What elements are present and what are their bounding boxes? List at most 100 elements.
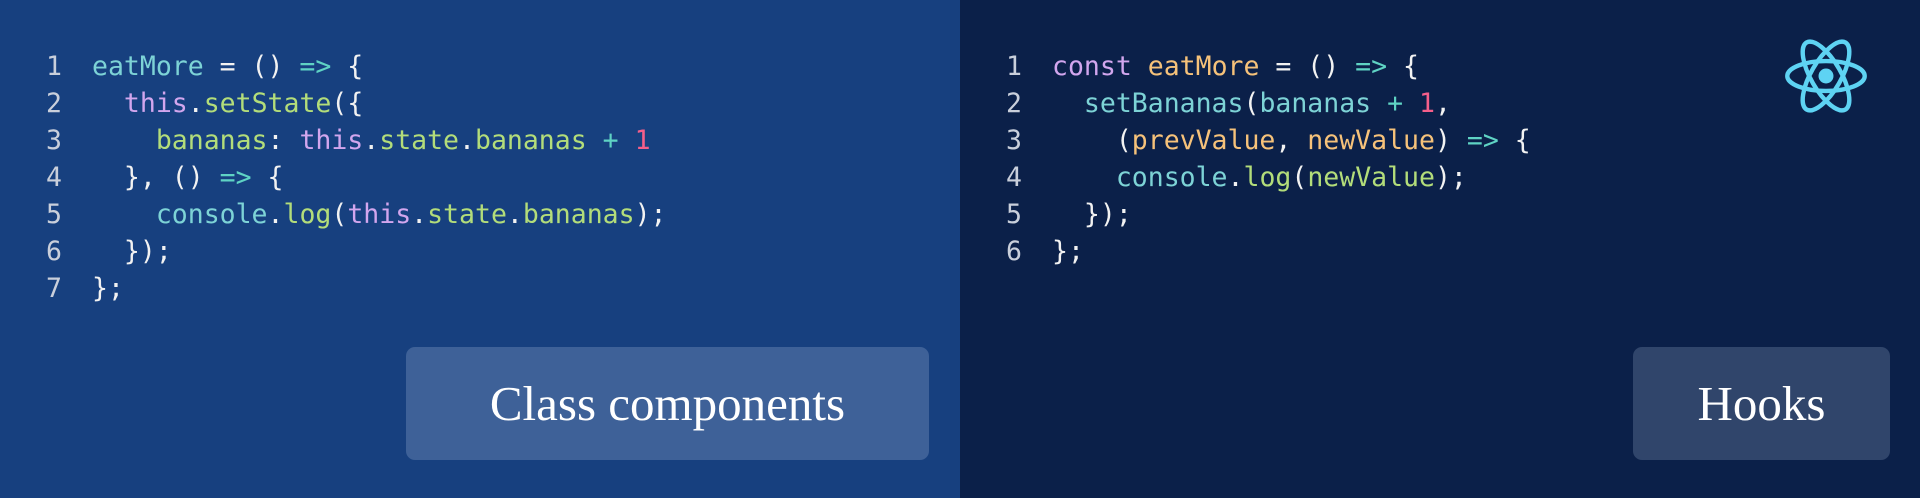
line-number: 7 <box>46 273 62 304</box>
code-line: 4 console.log(newValue); <box>1006 159 1531 196</box>
class-components-label: Class components <box>406 347 929 460</box>
code-token: => <box>219 162 252 193</box>
code-token: => <box>1466 125 1499 156</box>
code-token: = () <box>1259 51 1356 82</box>
code-token: newValue <box>1307 125 1435 156</box>
code-token: { <box>331 51 364 82</box>
code-token: 1 <box>1419 88 1435 119</box>
code-line: 7}; <box>46 270 666 307</box>
line-number: 5 <box>46 199 62 230</box>
code-token: }); <box>1052 199 1132 230</box>
code-line: 5 }); <box>1006 196 1531 233</box>
code-line: 5 console.log(this.state.bananas); <box>46 196 666 233</box>
code-token: this <box>347 199 412 230</box>
code-token: ( <box>1243 88 1260 119</box>
line-number: 6 <box>46 236 62 267</box>
code-token: ( <box>331 199 348 230</box>
line-number: 2 <box>46 88 62 119</box>
code-line: 1 const eatMore = () => { <box>1006 48 1531 85</box>
code-token: => <box>299 51 332 82</box>
code-token: { <box>1498 125 1531 156</box>
code-line: 3 bananas: this.state.bananas + 1 <box>46 122 666 159</box>
code-token: . <box>267 199 284 230</box>
code-token: prevValue <box>1131 125 1276 156</box>
code-token: ( <box>1052 125 1132 156</box>
code-token: this <box>299 125 364 156</box>
code-token: this <box>123 88 188 119</box>
code-token: }; <box>92 273 124 304</box>
code-token: + <box>602 125 619 156</box>
code-token: : <box>267 125 300 156</box>
hooks-panel: 1 const eatMore = () => {2 setBananas(ban… <box>960 0 1920 498</box>
line-number: 2 <box>1006 88 1022 119</box>
code-token: { <box>1387 51 1420 82</box>
code-token: setBananas <box>1083 88 1244 119</box>
code-line: 3 (prevValue, newValue) => { <box>1006 122 1531 159</box>
code-token: }; <box>1052 236 1084 267</box>
hooks-label: Hooks <box>1633 347 1890 460</box>
code-token: . <box>459 125 475 156</box>
code-line: 4 }, () => { <box>46 159 666 196</box>
code-line: 2 this.setState({ <box>46 85 666 122</box>
code-token: 1 <box>634 125 651 156</box>
code-token: bananas <box>155 125 268 156</box>
code-token: { <box>251 162 284 193</box>
hooks-code-block: 1 const eatMore = () => {2 setBananas(ban… <box>1006 48 1531 270</box>
code-token: => <box>1355 51 1388 82</box>
code-token: log <box>283 199 332 230</box>
code-token: = () <box>203 51 300 82</box>
code-token: bananas <box>1259 88 1372 119</box>
code-token: ); <box>1434 162 1467 193</box>
line-number: 4 <box>1006 162 1022 193</box>
code-line: 6 }); <box>46 233 666 270</box>
line-number: 4 <box>46 162 62 193</box>
code-token: . <box>506 199 523 230</box>
line-number: 3 <box>46 125 62 156</box>
code-token: . <box>363 125 380 156</box>
line-number: 6 <box>1006 236 1022 267</box>
code-token: console <box>1115 162 1228 193</box>
code-token: log <box>1243 162 1292 193</box>
code-token: state <box>427 199 507 230</box>
code-token: . <box>411 199 428 230</box>
line-number: 3 <box>1006 125 1022 156</box>
class-code-block: 1 eatMore = () => {2 this.setState({3 ban… <box>46 48 666 307</box>
code-token: ( <box>1291 162 1308 193</box>
code-token: ); <box>634 199 667 230</box>
code-token: , <box>1275 125 1308 156</box>
code-token: const <box>1052 51 1132 82</box>
line-number: 5 <box>1006 199 1022 230</box>
code-token: . <box>1227 162 1244 193</box>
class-components-panel: 1 eatMore = () => {2 this.setState({3 ban… <box>0 0 960 498</box>
code-token: . <box>187 88 204 119</box>
react-logo-icon <box>1785 39 1867 113</box>
code-token: bananas <box>474 125 587 156</box>
line-number: 1 <box>1006 51 1022 82</box>
code-token: setState <box>203 88 332 119</box>
code-token: eatMore <box>1147 51 1260 82</box>
code-token: + <box>1387 88 1404 119</box>
code-token: }, () <box>92 162 220 193</box>
code-token: newValue <box>1307 162 1435 193</box>
code-token: ) <box>1434 125 1467 156</box>
code-line: 1 eatMore = () => { <box>46 48 666 85</box>
code-token: }); <box>92 236 172 267</box>
code-line: 2 setBananas(bananas + 1, <box>1006 85 1531 122</box>
code-token: eatMore <box>92 51 204 82</box>
code-line: 6}; <box>1006 233 1531 270</box>
code-token: ({ <box>331 88 364 119</box>
code-token: state <box>379 125 460 156</box>
code-token: , <box>1435 88 1451 119</box>
code-token: bananas <box>522 199 635 230</box>
code-token: console <box>155 199 268 230</box>
